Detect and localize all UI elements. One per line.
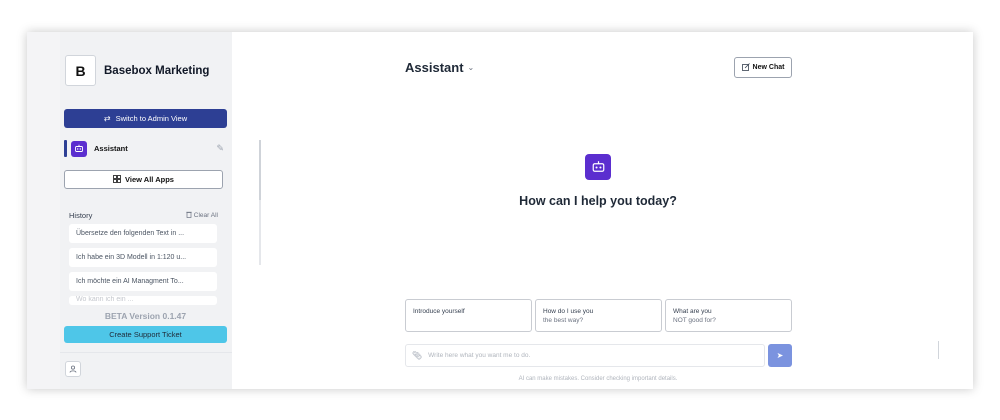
assistant-selector[interactable]: Assistant ⌄: [405, 60, 474, 75]
suggestion-line1: How do I use you: [543, 308, 594, 315]
history-item[interactable]: Ich habe ein 3D Modell in 1:120 u...: [69, 248, 217, 267]
send-icon: ➤: [776, 351, 784, 360]
sidebar-scrollbar-thumb[interactable]: [259, 140, 261, 200]
chat-input[interactable]: [428, 352, 749, 359]
swap-icon: ⇄: [103, 114, 111, 123]
suggestion-line2: the best way?: [543, 317, 584, 325]
sidebar-item-label: Assistant: [94, 144, 128, 153]
suggestion-line1: What are you: [673, 308, 712, 315]
history-header: History Clear All: [69, 211, 218, 220]
robot-icon: [585, 154, 611, 180]
grid-icon: [113, 174, 121, 185]
robot-icon: [71, 140, 87, 157]
welcome-heading: How can I help you today?: [519, 194, 677, 208]
left-rail: [27, 32, 60, 389]
history-item[interactable]: Wo kann ich ein ...: [69, 296, 217, 305]
send-button[interactable]: ➤: [768, 344, 792, 367]
sidebar: B Basebox Marketing ⇄ Switch to Admin Vi…: [60, 32, 261, 389]
user-icon[interactable]: [65, 361, 81, 377]
window-edge-handle: [938, 341, 939, 359]
version-label: BETA Version 0.1.47: [104, 311, 187, 321]
new-chat-button[interactable]: New Chat: [734, 57, 792, 78]
paperclip-icon[interactable]: 📎︎: [412, 351, 422, 360]
edit-icon[interactable]: ✎: [216, 143, 224, 154]
clear-all-label: Clear All: [193, 212, 218, 219]
new-chat-label: New Chat: [752, 64, 785, 71]
sidebar-footer: [60, 352, 232, 389]
clear-all-button[interactable]: Clear All: [186, 211, 218, 220]
suggestion-card[interactable]: Introduce yourself: [405, 299, 532, 332]
switch-admin-view-button[interactable]: ⇄ Switch to Admin View: [64, 109, 227, 128]
sidebar-header: B Basebox Marketing: [65, 55, 209, 86]
history-item[interactable]: Übersetze den folgenden Text in ...: [69, 224, 217, 243]
disclaimer: AI can make mistakes. Consider checking …: [518, 376, 678, 382]
chat-input-container: 📎︎: [405, 344, 765, 367]
suggestion-card[interactable]: What are you NOT good for?: [665, 299, 792, 332]
brand-logo: B: [65, 55, 96, 86]
suggestion-line2: NOT good for?: [673, 317, 716, 325]
view-all-apps-label: View All Apps: [125, 175, 174, 184]
switch-admin-view-label: Switch to Admin View: [115, 114, 188, 123]
history-title: History: [69, 211, 93, 220]
chevron-down-icon: ⌄: [467, 63, 475, 72]
app-window: B Basebox Marketing ⇄ Switch to Admin Vi…: [27, 32, 973, 389]
new-chat-icon: [741, 62, 750, 73]
trash-icon: [186, 211, 192, 220]
create-support-ticket-button[interactable]: Create Support Ticket: [64, 326, 227, 343]
suggestion-line1: Introduce yourself: [413, 308, 465, 315]
page-title: Assistant: [405, 60, 464, 75]
suggestion-card[interactable]: How do I use you the best way?: [535, 299, 662, 332]
view-all-apps-button[interactable]: View All Apps: [64, 170, 223, 189]
sidebar-item-assistant[interactable]: Assistant ✎: [64, 140, 224, 157]
brand-name: Basebox Marketing: [104, 64, 210, 77]
active-indicator: [64, 140, 67, 157]
history-item[interactable]: Ich möchte ein AI Managment To...: [69, 272, 217, 291]
